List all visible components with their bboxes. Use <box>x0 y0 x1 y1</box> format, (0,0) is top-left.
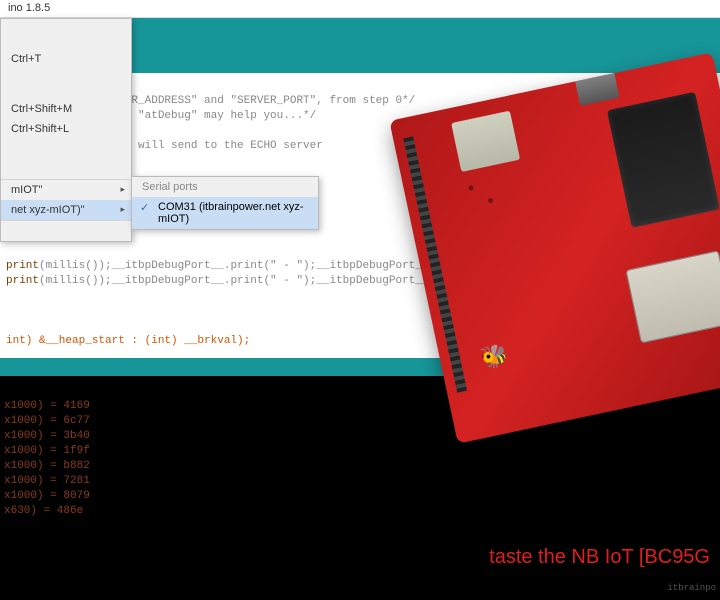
shortcut-label: Ctrl+T <box>11 53 41 65</box>
shortcut-label: Ctrl+Shift+M <box>11 103 72 115</box>
console-line: x1000) = 3b40 <box>4 430 90 442</box>
menu-label: mIOT" <box>11 184 42 196</box>
menu-item-board-miot[interactable]: mIOT" ▸ <box>1 179 131 200</box>
menu-label: net xyz-mIOT)" <box>11 204 85 216</box>
app-title: ino 1.8.5 <box>8 2 50 14</box>
usb-connector <box>574 68 619 106</box>
submenu-arrow-icon: ▸ <box>120 184 125 195</box>
sim-socket <box>625 250 720 343</box>
tools-menu-dropdown: Ctrl+T Ctrl+Shift+M Ctrl+Shift+L mIOT" ▸… <box>0 18 132 242</box>
shield-chip <box>451 111 520 172</box>
mcu-chip <box>607 92 720 228</box>
port-option-com31[interactable]: COM31 (itbrainpower.net xyz-mIOT) <box>132 197 318 229</box>
port-label: COM31 (itbrainpower.net xyz-mIOT) <box>158 201 304 225</box>
console-line: x1000) = b882 <box>4 460 90 472</box>
submenu-arrow-icon: ▸ <box>120 204 125 215</box>
console-line: x1000) = 7281 <box>4 475 90 487</box>
console-line: x1000) = 8079 <box>4 490 90 502</box>
title-bar: ino 1.8.5 <box>0 0 720 18</box>
brand-watermark: itbrainpo <box>667 581 716 596</box>
menu-item-autoformat[interactable]: Ctrl+T <box>1 49 131 69</box>
overlay-tagline: taste the NB IoT [BC95G <box>489 550 710 565</box>
port-submenu: Serial ports COM31 (itbrainpower.net xyz… <box>131 176 319 230</box>
console-line: x1000) = 1f9f <box>4 445 90 457</box>
shortcut-label: Ctrl+Shift+L <box>11 123 69 135</box>
menu-item-blank[interactable] <box>1 220 131 241</box>
silkscreen-logo: 🐝 <box>478 335 547 396</box>
submenu-header: Serial ports <box>132 177 318 197</box>
console-line: x1000) = 6c77 <box>4 415 90 427</box>
menu-item-serial-monitor[interactable]: Ctrl+Shift+M <box>1 99 131 119</box>
menu-item-port[interactable]: net xyz-mIOT)" ▸ <box>1 200 131 220</box>
menu-item-serial-plotter[interactable]: Ctrl+Shift+L <box>1 119 131 139</box>
console-line: x1000) = 4169 <box>4 400 90 412</box>
console-line: x630) = 486e <box>4 505 83 517</box>
